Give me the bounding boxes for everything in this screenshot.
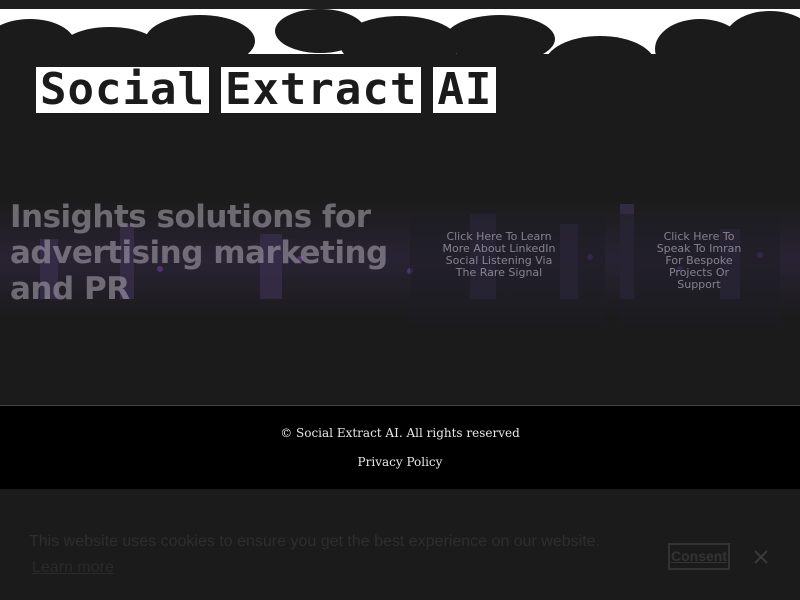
hero-tagline: Insights solutions for advertising marke… bbox=[10, 199, 388, 307]
site-footer: © Social Extract AI. All rights reserved… bbox=[0, 405, 800, 489]
consent-button[interactable]: Consent bbox=[668, 543, 730, 570]
close-icon[interactable] bbox=[750, 546, 772, 568]
brand-word-extract: Extract bbox=[220, 67, 422, 113]
brand-word-ai: AI bbox=[433, 67, 497, 113]
brand-word-social: Social bbox=[36, 67, 209, 113]
contact-imran-link[interactable]: Click Here To Speak To Imran For Bespoke… bbox=[648, 231, 750, 291]
cookie-message: This website uses cookies to ensure you … bbox=[29, 533, 600, 550]
cookie-banner: This website uses cookies to ensure you … bbox=[0, 489, 800, 600]
rare-signal-link[interactable]: Click Here To Learn More About LinkedIn … bbox=[440, 231, 558, 279]
learn-more-link[interactable]: Learn more bbox=[32, 559, 114, 577]
privacy-policy-link[interactable]: Privacy Policy bbox=[0, 455, 800, 469]
site-logo[interactable]: Social Extract AI bbox=[36, 67, 497, 113]
copyright-text: © Social Extract AI. All rights reserved bbox=[280, 426, 520, 440]
hero-section: Social Extract AI Insights solutions for… bbox=[0, 9, 800, 405]
top-bar bbox=[0, 0, 800, 9]
